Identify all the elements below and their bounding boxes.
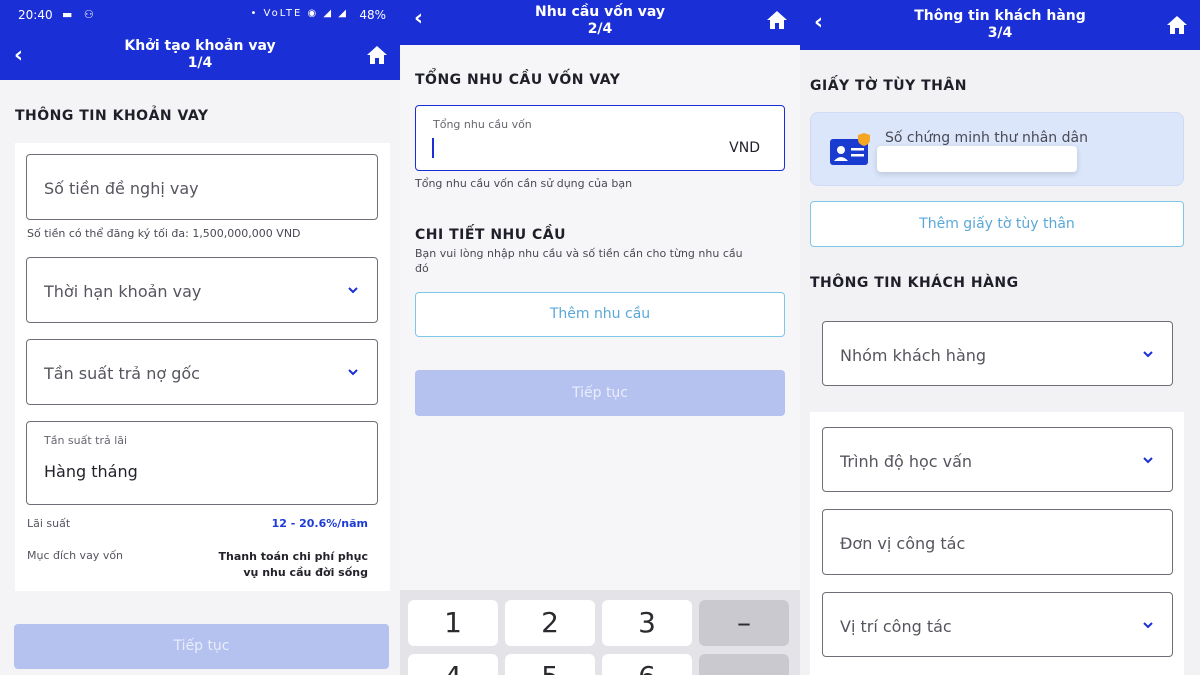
id-card-icon [830, 133, 870, 165]
section-title-need-detail: CHI TIẾT NHU CẦU [415, 227, 566, 243]
key-6[interactable]: 6 [602, 654, 692, 675]
customer-group-placeholder: Nhóm khách hàng [840, 346, 987, 365]
home-icon[interactable] [1166, 15, 1188, 35]
principal-frequency-placeholder: Tần suất trả nợ gốc [44, 364, 200, 383]
principal-frequency-select[interactable]: Tần suất trả nợ gốc [26, 339, 378, 405]
chevron-down-icon [1143, 351, 1153, 358]
key-3[interactable]: 3 [602, 600, 692, 646]
notification-icons: ▬ ⚇ [62, 8, 98, 21]
page-title: Nhu cầu vốn vay [535, 4, 665, 20]
screen-customer-info: ‹ Thông tin khách hàng 3/4 GIẤY TỜ TÙY T… [800, 0, 1200, 675]
currency-label: VND [729, 140, 760, 156]
customer-group-select[interactable]: Nhóm khách hàng [822, 321, 1173, 386]
home-icon[interactable] [366, 45, 388, 65]
continue-button[interactable]: Tiếp tục [415, 370, 785, 416]
step-indicator: 2/4 [587, 21, 613, 37]
screen-loan-init: 20:40 ▬ ⚇ • VoLTE ◉ ◢ ◢ 48% ‹ Khởi tạo k… [0, 0, 400, 675]
total-capital-input[interactable]: Tổng nhu cầu vốn VND [415, 105, 785, 171]
section-title-customer-info: THÔNG TIN KHÁCH HÀNG [810, 275, 1019, 291]
step-indicator: 3/4 [987, 25, 1013, 41]
add-identity-doc-button[interactable]: Thêm giấy tờ tùy thân [810, 201, 1184, 247]
app-header: ‹ Thông tin khách hàng 3/4 [800, 0, 1200, 50]
total-capital-label: Tổng nhu cầu vốn [433, 118, 532, 131]
chevron-down-icon [348, 369, 358, 376]
key-5[interactable]: 5 [505, 654, 595, 675]
battery-level: 48% [359, 8, 386, 22]
education-level-select[interactable]: Trình độ học vấn [822, 427, 1173, 492]
text-cursor [432, 138, 434, 158]
loan-term-select[interactable]: Thời hạn khoản vay [26, 257, 378, 323]
key-1[interactable]: 1 [408, 600, 498, 646]
page-title: Khởi tạo khoản vay [124, 38, 276, 54]
interest-frequency-label: Tần suất trả lãi [44, 434, 128, 447]
section-title-identity-docs: GIẤY TỜ TÙY THÂN [810, 78, 967, 94]
screen-capital-needs: ‹ Nhu cầu vốn vay 2/4 TỔNG NHU CẦU VỐN V… [400, 0, 800, 675]
key-4[interactable]: 4 [408, 654, 498, 675]
interest-rate-label: Lãi suất [27, 517, 71, 530]
id-card-text: Số chứng minh thư nhân dân [885, 130, 1088, 146]
home-icon[interactable] [766, 10, 788, 30]
status-bar: 20:40 ▬ ⚇ • VoLTE ◉ ◢ ◢ 48% [0, 0, 400, 30]
loan-amount-input[interactable]: Số tiền đề nghị vay [26, 154, 378, 220]
loan-purpose-value-line2: vụ nhu cầu đời sống [243, 566, 368, 579]
page-title: Thông tin khách hàng [914, 8, 1086, 24]
loan-purpose-value-line1: Thanh toán chi phí phục [218, 550, 368, 563]
education-level-placeholder: Trình độ học vấn [840, 452, 973, 471]
chevron-down-icon [1143, 622, 1153, 629]
interest-frequency-select[interactable]: Tần suất trả lãi Hàng tháng [26, 421, 378, 505]
continue-button[interactable]: Tiếp tục [14, 624, 389, 669]
loan-term-placeholder: Thời hạn khoản vay [44, 282, 202, 301]
step-indicator: 1/4 [187, 55, 213, 71]
job-position-select[interactable]: Vị trí công tác [822, 592, 1173, 657]
workplace-input[interactable]: Đơn vị công tác [822, 509, 1173, 575]
key-minus[interactable]: – [699, 600, 789, 646]
need-detail-description-line2: đó [415, 262, 429, 275]
status-time: 20:40 [18, 8, 53, 22]
section-title-total-needs: TỔNG NHU CẦU VỐN VAY [415, 72, 621, 88]
section-title-loan-info: THÔNG TIN KHOẢN VAY [15, 108, 209, 124]
id-number-redaction [877, 146, 1077, 172]
key-extra[interactable] [699, 654, 789, 675]
loan-purpose-label: Mục đích vay vốn [27, 549, 124, 562]
numeric-keypad: 1 2 3 – 4 5 6 [400, 590, 800, 675]
loan-amount-hint: Số tiền có thể đăng ký tối đa: 1,500,000… [27, 227, 301, 240]
id-document-card[interactable]: Số chứng minh thư nhân dân [810, 112, 1184, 186]
workplace-placeholder: Đơn vị công tác [840, 534, 966, 553]
total-capital-hint: Tổng nhu cầu vốn cần sử dụng của bạn [415, 177, 633, 190]
job-position-placeholder: Vị trí công tác [840, 617, 952, 636]
chevron-down-icon [1143, 457, 1153, 464]
chevron-down-icon [348, 287, 358, 294]
interest-rate-value: 12 - 20.6%/năm [271, 517, 368, 530]
need-detail-description-line1: Bạn vui lòng nhập nhu cầu và số tiền cần… [415, 247, 743, 260]
app-header: ‹ Khởi tạo khoản vay 1/4 [0, 30, 400, 80]
signal-icons: • VoLTE ◉ ◢ ◢ [250, 8, 348, 19]
add-need-button[interactable]: Thêm nhu cầu [415, 292, 785, 337]
app-header: ‹ Nhu cầu vốn vay 2/4 [400, 0, 800, 45]
interest-frequency-value: Hàng tháng [44, 462, 138, 481]
loan-amount-placeholder: Số tiền đề nghị vay [44, 179, 199, 198]
key-2[interactable]: 2 [505, 600, 595, 646]
